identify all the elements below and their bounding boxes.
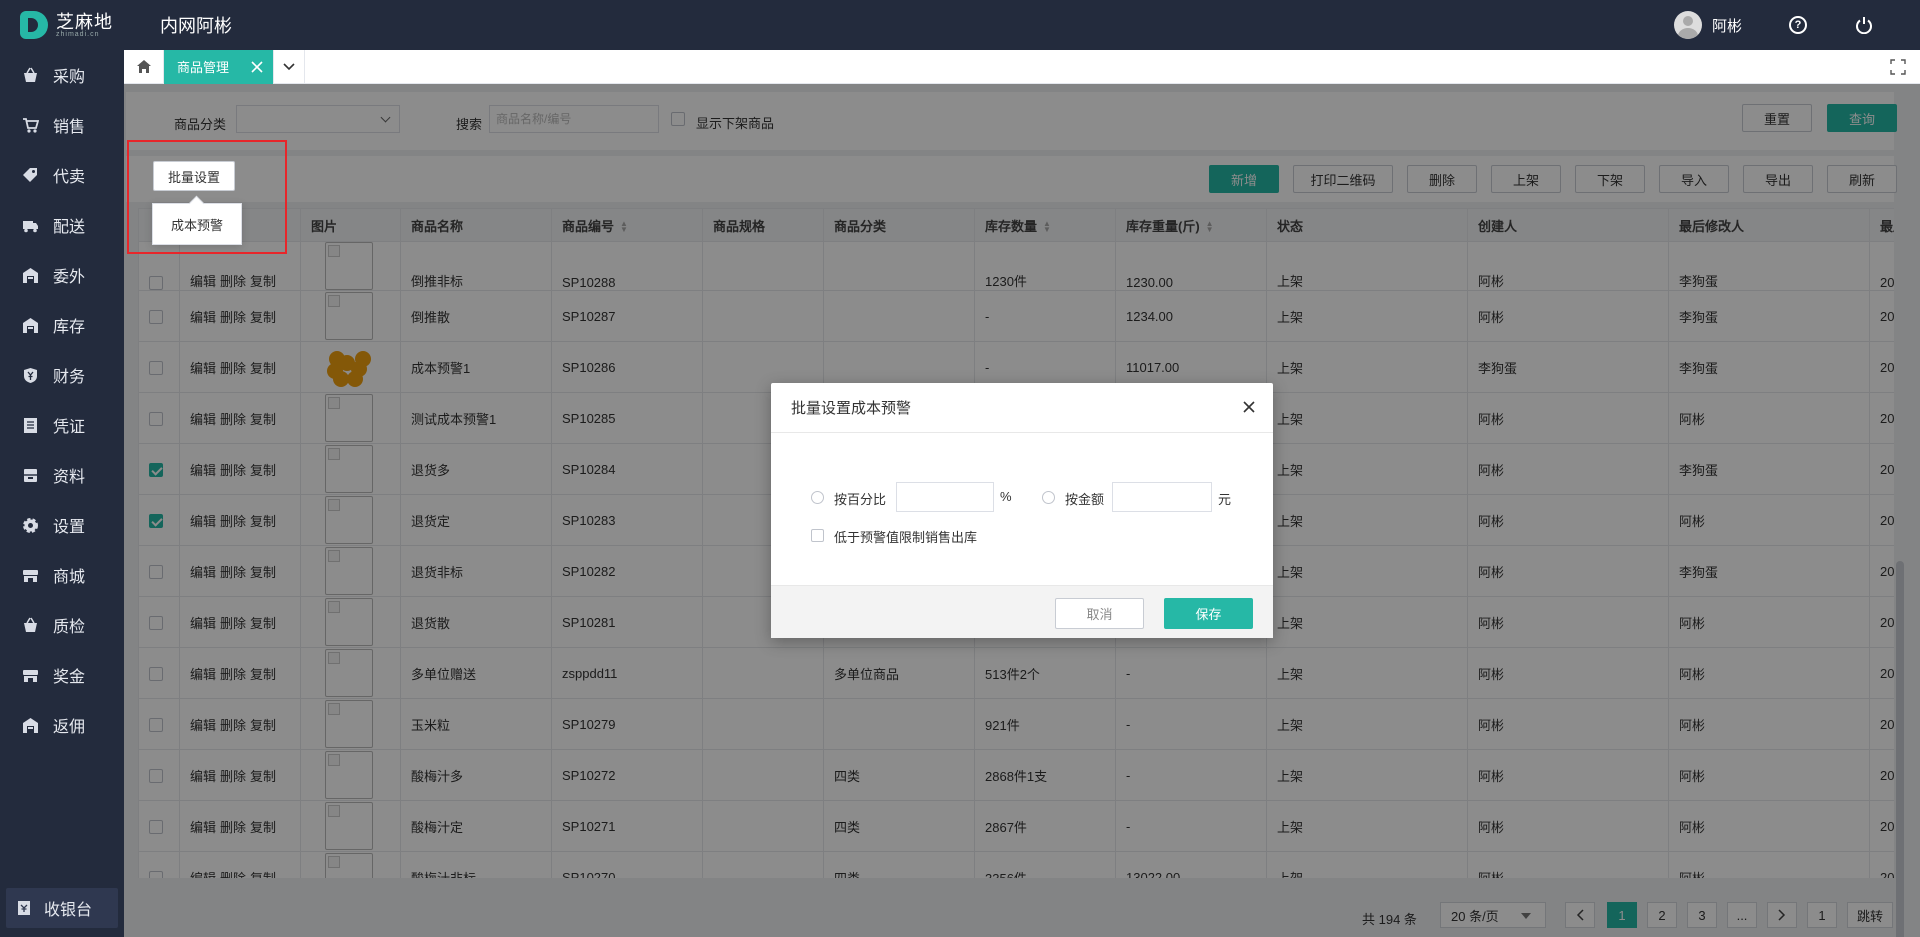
store-icon <box>22 667 39 684</box>
cashier-button[interactable]: 收银台 <box>6 888 118 928</box>
sidebar-item-label: 财务 <box>53 369 86 386</box>
cashier-icon <box>18 901 30 915</box>
sidebar-item-6[interactable]: 财务 <box>0 350 124 400</box>
tab-bar: 商品管理 <box>124 49 1920 84</box>
amount-radio[interactable] <box>1042 491 1055 504</box>
limit-sales-label: 低于预警值限制销售出库 <box>834 530 978 545</box>
sidebar-item-label: 配送 <box>53 219 86 236</box>
percent-radio[interactable] <box>811 491 824 504</box>
highlight-box <box>127 140 287 254</box>
tab-goods-management[interactable]: 商品管理 <box>164 49 274 84</box>
sidebar-item-12[interactable]: 奖金 <box>0 650 124 700</box>
tag-icon <box>22 167 39 184</box>
sidebar-item-13[interactable]: 返佣 <box>0 700 124 750</box>
sidebar-item-5[interactable]: 库存 <box>0 300 124 350</box>
sidebar-item-1[interactable]: 销售 <box>0 100 124 150</box>
sidebar-item-10[interactable]: 商城 <box>0 550 124 600</box>
sidebar-item-label: 销售 <box>53 119 86 136</box>
amount-label: 按金额 <box>1065 492 1105 507</box>
basket-icon <box>22 617 39 634</box>
sidebar-item-11[interactable]: 质检 <box>0 600 124 650</box>
cancel-button[interactable]: 取消 <box>1055 598 1144 629</box>
sidebar-item-8[interactable]: 资料 <box>0 450 124 500</box>
avatar[interactable] <box>1673 11 1702 39</box>
cart-icon <box>22 117 39 134</box>
help-icon[interactable]: ? <box>1788 15 1808 35</box>
sidebar-item-label: 商城 <box>53 569 86 586</box>
sidebar-item-label: 资料 <box>53 469 86 486</box>
sidebar-item-label: 代卖 <box>53 169 86 186</box>
warehouse-icon <box>22 717 39 734</box>
logo-subtext: zhimadi.cn <box>56 30 100 38</box>
percent-unit: % <box>1000 489 1012 504</box>
warehouse-icon <box>22 317 39 334</box>
top-bar: 芝麻地 zhimadi.cn 内网阿彬 阿彬 ? <box>0 0 1920 50</box>
logo[interactable]: 芝麻地 zhimadi.cn <box>0 0 124 50</box>
store-icon <box>22 567 39 584</box>
sidebar: 采购销售代卖配送委外库存财务凭证资料设置商城质检奖金返佣收银台 <box>0 50 124 937</box>
dialog-header: 批量设置成本预警 <box>771 383 1273 433</box>
sidebar-item-9[interactable]: 设置 <box>0 500 124 550</box>
truck-icon <box>22 217 39 234</box>
close-icon[interactable] <box>1241 399 1257 415</box>
limit-sales-checkbox[interactable] <box>811 529 824 542</box>
document-icon <box>22 417 39 434</box>
sidebar-item-label: 采购 <box>53 69 86 86</box>
sidebar-item-4[interactable]: 委外 <box>0 250 124 300</box>
sidebar-item-7[interactable]: 凭证 <box>0 400 124 450</box>
sidebar-item-3[interactable]: 配送 <box>0 200 124 250</box>
logo-mark <box>20 11 48 39</box>
sidebar-item-label: 奖金 <box>53 669 86 686</box>
user-name[interactable]: 阿彬 <box>1712 15 1742 36</box>
sidebar-item-label: 库存 <box>53 319 86 336</box>
sidebar-item-label: 委外 <box>53 269 86 286</box>
amount-input[interactable] <box>1112 482 1212 512</box>
sidebar-item-label: 质检 <box>53 619 86 636</box>
dialog-title: 批量设置成本预警 <box>791 400 912 417</box>
close-icon[interactable] <box>251 60 263 73</box>
fullscreen-icon[interactable] <box>1890 59 1906 75</box>
percent-label: 按百分比 <box>834 492 887 507</box>
percent-input[interactable] <box>896 482 994 512</box>
sidebar-item-label: 返佣 <box>53 719 86 736</box>
save-button[interactable]: 保存 <box>1164 598 1253 629</box>
sidebar-item-label: 设置 <box>53 519 86 536</box>
basket-icon <box>22 67 39 84</box>
app-title: 内网阿彬 <box>160 16 232 36</box>
sidebar-item-0[interactable]: 采购 <box>0 50 124 100</box>
dialog-body: 按百分比 % 按金额 元 低于预警值限制销售出库 <box>771 433 1273 585</box>
dialog-footer: 取消 保存 <box>771 585 1273 638</box>
cost-warning-dialog: 批量设置成本预警 按百分比 % 按金额 元 低于预警值限制销售出库 取消 保存 <box>771 383 1273 638</box>
home-icon[interactable] <box>124 49 164 84</box>
yen-icon <box>22 367 39 384</box>
cashier-label: 收银台 <box>44 902 93 919</box>
warehouse-icon <box>22 267 39 284</box>
archive-icon <box>22 467 39 484</box>
amount-unit: 元 <box>1218 492 1232 507</box>
chevron-down-icon[interactable] <box>273 49 306 84</box>
power-icon[interactable] <box>1854 15 1874 35</box>
tab-label: 商品管理 <box>177 60 230 75</box>
logo-text: 芝麻地 <box>56 11 113 32</box>
sidebar-item-label: 凭证 <box>53 419 86 436</box>
gear-icon <box>22 517 39 534</box>
sidebar-item-2[interactable]: 代卖 <box>0 150 124 200</box>
